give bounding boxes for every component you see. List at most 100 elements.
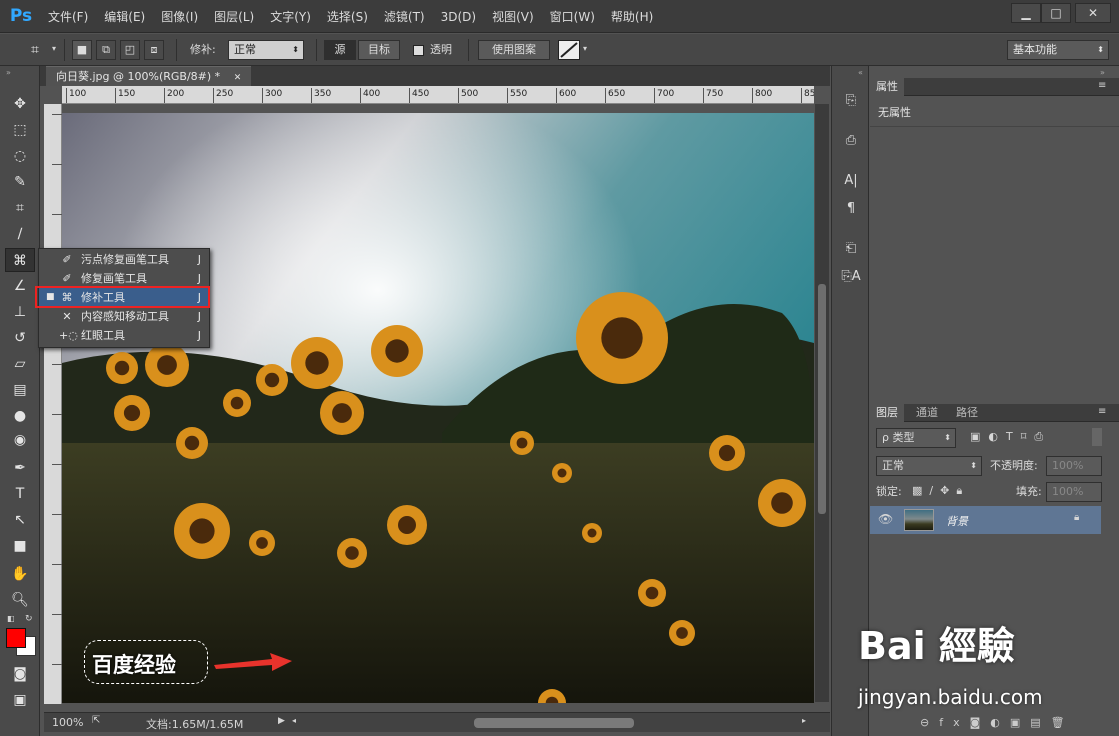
opacity-input[interactable]: 100%	[1046, 456, 1102, 476]
hand-tool-icon[interactable]: ✋	[5, 562, 35, 586]
add-selection-icon[interactable]: ⧉	[96, 40, 116, 60]
menu-view[interactable]: 视图(V)	[484, 8, 542, 25]
history-panel-icon[interactable]: ⎘	[838, 90, 864, 112]
layer-row[interactable]: 👁︎ 背景 🔒︎	[870, 506, 1101, 534]
source-button[interactable]: 源	[324, 40, 356, 60]
paragraph-styles-panel-icon[interactable]: ⎘A	[838, 266, 864, 288]
patch-tool-icon[interactable]: ⌘	[5, 248, 35, 272]
filter-toggle[interactable]	[1092, 428, 1102, 446]
scroll-left-icon[interactable]: ◂	[292, 716, 296, 725]
blur-tool-icon[interactable]: ●	[5, 404, 35, 428]
tab-paths[interactable]: 路径	[950, 404, 984, 422]
menu-edit[interactable]: 编辑(E)	[96, 8, 153, 25]
paragraph-panel-icon[interactable]: ¶	[838, 198, 864, 220]
lock-icons[interactable]: ▩∕✥🔒︎	[912, 484, 969, 498]
intersect-selection-icon[interactable]: ⧈	[144, 40, 164, 60]
pattern-chevron-down-icon[interactable]: ▾	[583, 44, 587, 53]
shape-tool-icon[interactable]: ■	[5, 534, 35, 558]
blend-mode-select[interactable]: 正常 ⬍	[876, 456, 982, 476]
eyedropper-tool-icon[interactable]: ∕	[5, 222, 35, 246]
sunflower-center	[189, 518, 215, 544]
ruler-tick-label: 600	[556, 88, 576, 103]
menu-type[interactable]: 文字(Y)	[262, 8, 319, 25]
panel-menu-icon[interactable]: ≡	[1098, 406, 1106, 417]
zoom-tool-icon[interactable]: 🔍︎	[5, 588, 35, 612]
character-styles-panel-icon[interactable]: ⎗	[838, 238, 864, 260]
quick-mask-icon[interactable]: ◙	[5, 662, 35, 686]
maximize-button[interactable]: □	[1041, 3, 1071, 23]
foreground-color-swatch[interactable]	[6, 628, 26, 648]
new-selection-icon[interactable]: ■	[72, 40, 92, 60]
subtract-selection-icon[interactable]: ◰	[120, 40, 140, 60]
close-button[interactable]: ✕	[1075, 3, 1111, 23]
character-panel-icon[interactable]: A|	[838, 170, 864, 192]
pattern-swatch[interactable]	[558, 40, 580, 60]
layer-filter-icons[interactable]: ▣◐T⌑⎙	[970, 430, 1051, 444]
eraser-tool-icon[interactable]: ▱	[5, 352, 35, 376]
menu-file[interactable]: 文件(F)	[40, 8, 96, 25]
move-tool-icon[interactable]: ✥	[5, 92, 35, 116]
menu-filter[interactable]: 滤镜(T)	[376, 8, 433, 25]
tab-layers[interactable]: 图层	[870, 404, 904, 422]
close-tab-icon[interactable]: ✕	[234, 73, 242, 83]
lasso-tool-icon[interactable]: ◌	[5, 144, 35, 168]
document-tab[interactable]: 向日葵.jpg @ 100%(RGB/8#) * ✕	[46, 66, 252, 86]
screen-mode-icon[interactable]: ▣	[5, 688, 35, 712]
brush-presets-panel-icon[interactable]: ⎙	[838, 130, 864, 152]
patch-mode-select[interactable]: 正常 ⬍	[228, 40, 304, 60]
menu-3d[interactable]: 3D(D)	[433, 10, 484, 24]
transparent-checkbox[interactable]	[413, 45, 424, 56]
menu-select[interactable]: 选择(S)	[319, 8, 376, 25]
layer-filter-select[interactable]: ρ 类型 ⬍	[876, 428, 956, 448]
layer-name[interactable]: 背景	[946, 513, 968, 529]
preset-chevron-down-icon[interactable]: ▾	[52, 44, 56, 53]
menu-help[interactable]: 帮助(H)	[603, 8, 661, 25]
horizontal-scroll-thumb[interactable]	[474, 718, 634, 728]
pen-tool-icon[interactable]: ✒	[5, 456, 35, 480]
content-aware-move-icon: ✕	[62, 310, 72, 323]
menu-image[interactable]: 图像(I)	[153, 8, 206, 25]
brush-tool-icon[interactable]: ∠	[5, 274, 35, 298]
vertical-scroll-thumb[interactable]	[818, 284, 826, 514]
menu-item-red-eye[interactable]: +◌ 红眼工具 J	[39, 326, 209, 345]
history-brush-tool-icon[interactable]: ↺	[5, 326, 35, 350]
workspace-select[interactable]: 基本功能 ⬍	[1007, 40, 1109, 60]
ruler-tick-label: 300	[262, 88, 282, 103]
use-pattern-button[interactable]: 使用图案	[478, 40, 550, 60]
menu-window[interactable]: 窗口(W)	[542, 8, 603, 25]
ruler-tick-label: 85	[801, 88, 814, 103]
minimize-button[interactable]: ▁	[1011, 3, 1041, 23]
status-menu-arrow-icon[interactable]: ▶	[278, 716, 285, 726]
image-canvas[interactable]	[62, 113, 814, 703]
sunflower-center	[264, 372, 280, 388]
patch-tool-preset-icon[interactable]: ⌗	[20, 38, 50, 62]
marquee-tool-icon[interactable]: ⬚	[5, 118, 35, 142]
crop-tool-icon[interactable]: ⌗	[5, 196, 35, 220]
vertical-scrollbar[interactable]	[815, 104, 829, 702]
gradient-tool-icon[interactable]: ▤	[5, 378, 35, 402]
zoom-level[interactable]: 100%	[52, 716, 83, 729]
export-icon[interactable]: ⇱	[92, 715, 100, 726]
visibility-eye-icon[interactable]: 👁︎	[878, 512, 893, 526]
collapse-panels-icon[interactable]: »	[1100, 68, 1105, 77]
expand-dock-icon[interactable]: «	[858, 68, 863, 77]
layer-bottom-icons[interactable]: ⊖fx◙◐▣▤🗑︎	[920, 716, 1075, 729]
panel-menu-icon[interactable]: ≡	[1098, 80, 1106, 91]
tab-channels[interactable]: 通道	[910, 404, 944, 422]
type-tool-icon[interactable]: T	[5, 482, 35, 506]
quick-selection-tool-icon[interactable]: ✎	[5, 170, 35, 194]
dodge-tool-icon[interactable]: ◉	[5, 428, 35, 452]
collapse-toolbox-icon[interactable]: »	[6, 68, 11, 77]
scroll-right-icon[interactable]: ▸	[802, 716, 806, 725]
path-selection-tool-icon[interactable]: ↖	[5, 508, 35, 532]
target-button[interactable]: 目标	[358, 40, 400, 60]
fill-input[interactable]: 100%	[1046, 482, 1102, 502]
menu-item-spot-healing-brush[interactable]: ✐ 污点修复画笔工具 J	[39, 250, 209, 269]
tab-properties[interactable]: 属性	[870, 78, 904, 96]
stamp-tool-icon[interactable]: ⊥	[5, 300, 35, 324]
menu-layer[interactable]: 图层(L)	[206, 8, 262, 25]
menu-bar: Ps 文件(F) 编辑(E) 图像(I) 图层(L) 文字(Y) 选择(S) 滤…	[0, 0, 1119, 33]
swap-colors-icon[interactable]: ↻	[25, 614, 33, 624]
menu-item-content-aware-move[interactable]: ✕ 内容感知移动工具 J	[39, 307, 209, 326]
default-colors-icon[interactable]: ◧	[7, 614, 15, 623]
